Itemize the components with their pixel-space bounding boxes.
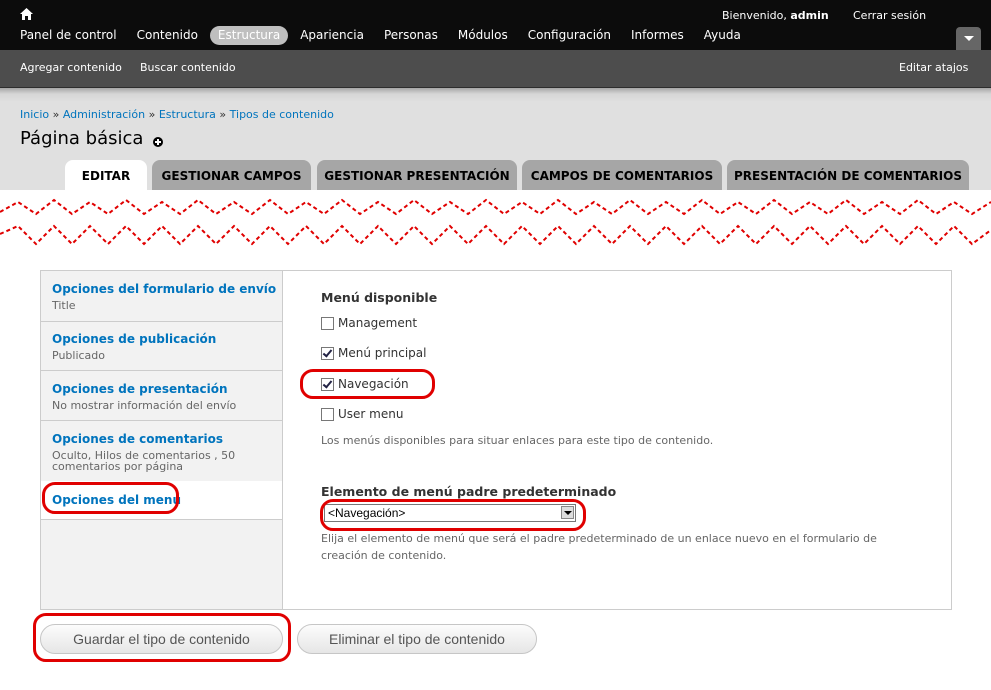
menu-item-reports[interactable]: Informes xyxy=(623,26,692,45)
menu-item-appearance[interactable]: Apariencia xyxy=(292,26,372,45)
vtab-display-options[interactable]: Opciones de presentación No mostrar info… xyxy=(41,371,282,421)
menu-item-dashboard[interactable]: Panel de control xyxy=(12,26,125,45)
save-content-type-button[interactable]: Guardar el tipo de contenido xyxy=(40,624,283,654)
breadcrumb-content-types[interactable]: Tipos de contenido xyxy=(230,108,334,121)
checkbox[interactable] xyxy=(321,408,334,421)
home-icon[interactable] xyxy=(20,8,33,20)
checkbox[interactable] xyxy=(321,317,334,330)
shortcut-add-content[interactable]: Agregar contenido xyxy=(20,61,122,74)
username: admin xyxy=(790,9,829,22)
shortcuts-toggle-button[interactable] xyxy=(956,27,981,50)
menu-item-configuration[interactable]: Configuración xyxy=(520,26,619,45)
tab-comment-display[interactable]: PRESENTACIÓN DE COMENTARIOS xyxy=(727,160,969,190)
vtab-summary: Oculto, Hilos de comentarios , 50 coment… xyxy=(52,449,236,473)
breadcrumb: Inicio » Administración » Estructura » T… xyxy=(20,108,334,121)
checkbox[interactable] xyxy=(321,378,334,391)
welcome-text: Bienvenido, admin xyxy=(722,9,829,22)
vtab-title: Opciones de presentación xyxy=(52,382,228,396)
breadcrumb-structure[interactable]: Estructura xyxy=(159,108,216,121)
checkbox-label: User menu xyxy=(338,407,404,421)
shortcuts-bar: Agregar contenido Buscar contenido Edita… xyxy=(0,50,991,88)
delete-content-type-button[interactable]: Eliminar el tipo de contenido xyxy=(297,624,537,654)
tab-manage-fields[interactable]: GESTIONAR CAMPOS xyxy=(152,160,311,190)
tab-manage-display[interactable]: GESTIONAR PRESENTACIÓN xyxy=(317,160,517,190)
vtab-summary: No mostrar información del envío xyxy=(52,399,237,412)
edit-shortcuts-link[interactable]: Editar atajos xyxy=(899,61,968,74)
menu-item-content[interactable]: Contenido xyxy=(129,26,206,45)
checkbox-label: Menú principal xyxy=(338,346,427,360)
vtab-summary: Title xyxy=(52,299,76,312)
parent-item-label: Elemento de menú padre predeterminado xyxy=(321,484,617,499)
menu-item-modules[interactable]: Módulos xyxy=(450,26,516,45)
tab-edit[interactable]: EDITAR xyxy=(65,160,147,190)
vtab-summary: Publicado xyxy=(52,349,106,362)
chevron-down-icon[interactable] xyxy=(561,506,574,519)
vtab-menu-options[interactable]: Opciones del menú xyxy=(41,481,282,520)
vtab-publishing-options[interactable]: Opciones de publicación Publicado xyxy=(41,321,282,371)
page-header: Inicio » Administración » Estructura » T… xyxy=(0,88,991,190)
checkbox-label: Management xyxy=(338,316,418,330)
menu-item-help[interactable]: Ayuda xyxy=(696,26,749,45)
breadcrumb-admin[interactable]: Administración xyxy=(63,108,145,121)
vertical-tabs-list: Opciones del formulario de envío Title O… xyxy=(40,270,283,610)
tab-comment-fields[interactable]: CAMPOS DE COMENTARIOS xyxy=(522,160,722,190)
select-value: <Navegación> xyxy=(328,506,406,520)
checkbox-label: Navegación xyxy=(338,377,409,391)
available-menus-description: Los menús disponibles para situar enlace… xyxy=(321,434,714,447)
available-menus-label: Menú disponible xyxy=(321,290,438,305)
vtab-title: Opciones de publicación xyxy=(52,332,217,346)
torn-edge-decoration xyxy=(0,198,991,246)
vtab-title: Opciones de comentarios xyxy=(52,432,223,446)
menu-item-people[interactable]: Personas xyxy=(376,26,446,45)
vtab-title: Opciones del menú xyxy=(52,493,182,507)
vtab-comment-options[interactable]: Opciones de comentarios Oculto, Hilos de… xyxy=(41,421,282,482)
admin-menu: Panel de control Contenido Estructura Ap… xyxy=(12,26,753,45)
vtab-title: Opciones del formulario de envío xyxy=(52,282,277,296)
parent-item-select[interactable]: <Navegación> xyxy=(324,504,576,522)
add-shortcut-icon[interactable] xyxy=(153,137,163,147)
logout-link[interactable]: Cerrar sesión xyxy=(853,9,926,22)
admin-toolbar: Bienvenido, admin Cerrar sesión Panel de… xyxy=(0,0,991,50)
page-title: Página básica xyxy=(20,128,144,149)
checkbox[interactable] xyxy=(321,347,334,360)
menu-item-structure[interactable]: Estructura xyxy=(209,26,289,45)
shortcut-find-content[interactable]: Buscar contenido xyxy=(140,61,236,74)
breadcrumb-home[interactable]: Inicio xyxy=(20,108,49,121)
parent-item-description: Elija el elemento de menú que será el pa… xyxy=(321,532,877,562)
vtab-submission-options[interactable]: Opciones del formulario de envío Title xyxy=(41,271,282,322)
